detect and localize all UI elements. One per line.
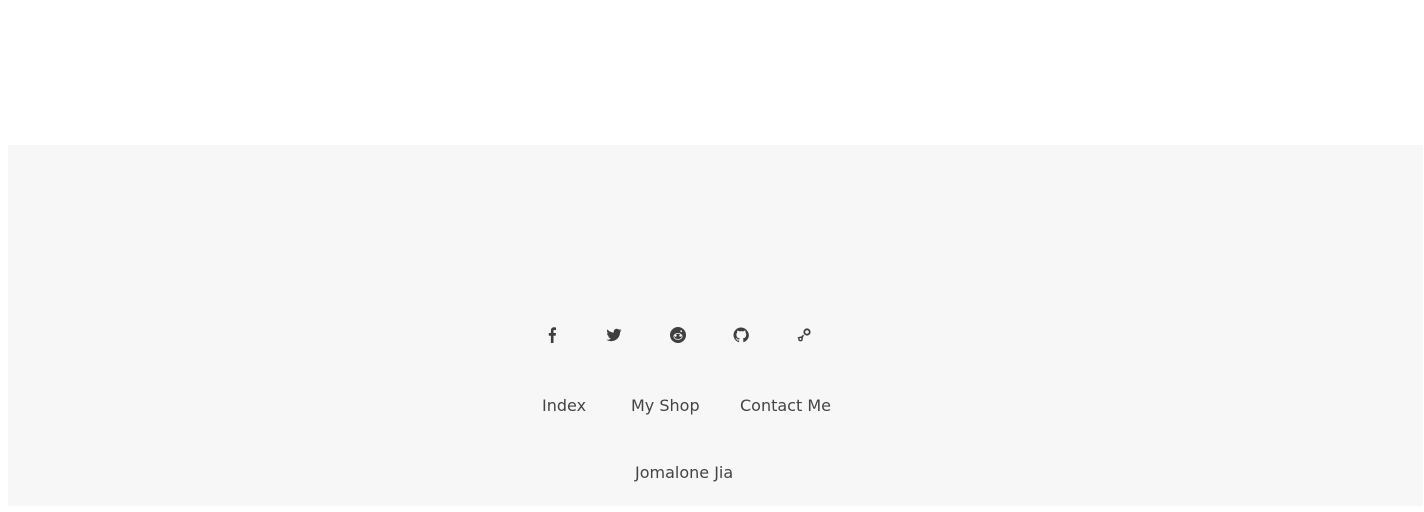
footer-nav: Index My Shop Contact Me [8, 396, 1423, 416]
social-links [8, 327, 1423, 347]
twitter-link[interactable] [604, 327, 624, 347]
author-name: Jomalone Jia [635, 463, 734, 482]
facebook-icon [545, 327, 561, 347]
reddit-icon [670, 327, 686, 347]
nav-link-index[interactable]: Index [542, 396, 586, 416]
github-icon [733, 327, 749, 347]
github-link[interactable] [731, 327, 751, 347]
reddit-link[interactable] [668, 327, 688, 347]
steam-link[interactable] [794, 327, 814, 347]
site-footer: Index My Shop Contact Me Jomalone Jia [8, 145, 1423, 506]
facebook-link[interactable] [543, 327, 563, 347]
nav-link-my-shop[interactable]: My Shop [631, 396, 700, 416]
nav-link-contact-me[interactable]: Contact Me [740, 396, 831, 416]
steam-icon [796, 327, 812, 347]
twitter-icon [606, 327, 622, 347]
